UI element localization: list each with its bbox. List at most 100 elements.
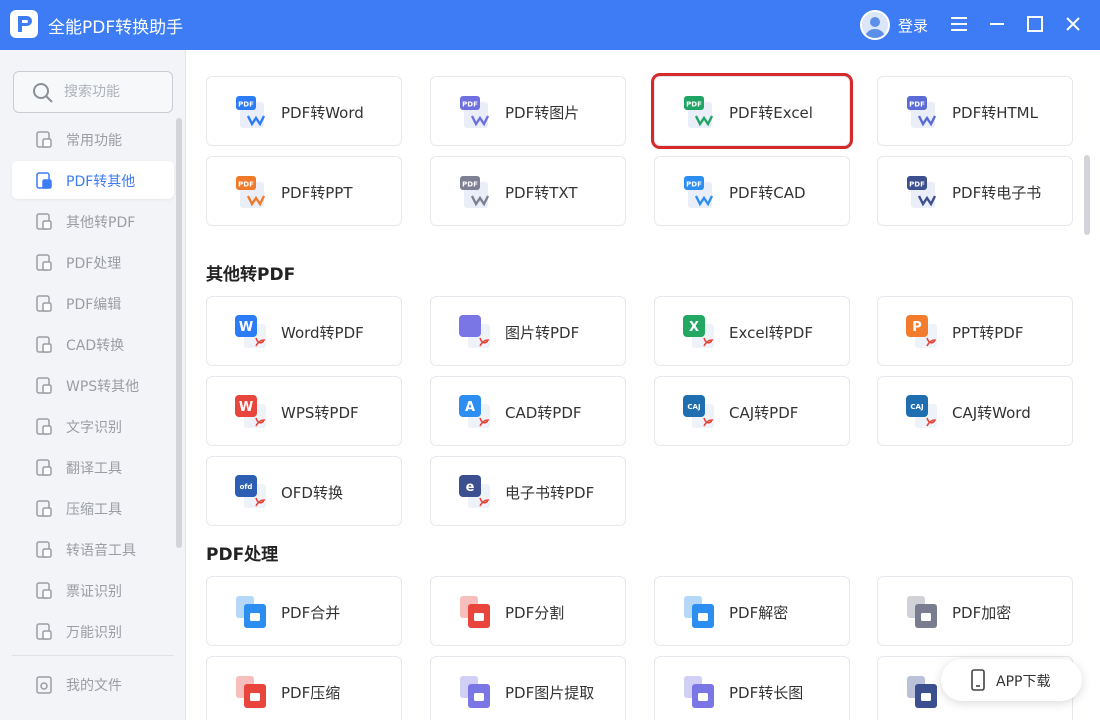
avatar[interactable] xyxy=(860,10,890,40)
sidebar-item-0[interactable]: 常用功能 xyxy=(12,120,174,158)
tool-card[interactable]: CAJ CAJ转PDF xyxy=(654,376,850,446)
pdf-long-image-icon xyxy=(682,674,718,710)
tool-card[interactable]: PDF PDF转Excel xyxy=(651,73,853,149)
tool-card-label: 图片转PDF xyxy=(505,324,580,342)
sidebar-item-2[interactable]: 其他转PDF xyxy=(12,202,174,240)
cad-to-pdf-icon: A xyxy=(458,394,494,430)
tool-card-label: CAJ转Word xyxy=(952,404,1031,422)
scan-icon xyxy=(36,623,52,640)
tool-card[interactable]: PDF分割 xyxy=(430,576,626,646)
tool-card[interactable]: CAJ CAJ转Word xyxy=(877,376,1073,446)
search-icon xyxy=(33,83,53,103)
app-title: 全能PDF转换助手 xyxy=(48,18,184,38)
app-download-button[interactable]: APP下载 xyxy=(941,659,1082,701)
tool-card[interactable]: PDF PDF转CAD xyxy=(654,156,850,226)
tool-card[interactable]: PDF转长图 xyxy=(654,656,850,720)
sidebar-item-6[interactable]: WPS转其他 xyxy=(12,366,174,404)
image-to-pdf-icon xyxy=(458,314,494,350)
tool-card[interactable]: PDF PDF转TXT xyxy=(430,156,626,226)
sidebar-item-11[interactable]: 票证识别 xyxy=(12,571,174,609)
pdf-encrypt-icon xyxy=(905,594,941,630)
tool-card-label: PDF分割 xyxy=(505,604,565,622)
pdf-compress-icon xyxy=(234,674,270,710)
pdf-to-image-icon: PDF xyxy=(458,94,494,130)
tool-card[interactable]: P PPT转PDF xyxy=(877,296,1073,366)
sidebar-item-my-files[interactable]: 我的文件 xyxy=(12,665,174,703)
sidebar-item-label: 票证识别 xyxy=(66,584,122,600)
svg-text:ofd: ofd xyxy=(240,483,253,491)
sidebar-divider xyxy=(12,655,174,656)
tool-card[interactable]: ofd OFD转换 xyxy=(206,456,402,526)
tool-card-label: PDF图片提取 xyxy=(505,684,595,702)
search-box[interactable] xyxy=(13,71,173,113)
pdf-decrypt-icon xyxy=(682,594,718,630)
tool-card[interactable]: PDF图片提取 xyxy=(430,656,626,720)
caj-to-word-icon: CAJ xyxy=(905,394,941,430)
tool-card[interactable]: PDF PDF转Word xyxy=(206,76,402,146)
wps-to-pdf-icon: W xyxy=(234,394,270,430)
tool-card-label: PDF压缩 xyxy=(281,684,341,702)
svg-text:A: A xyxy=(465,400,475,415)
minimize-icon[interactable] xyxy=(985,12,1009,36)
tool-card-label: PPT转PDF xyxy=(952,324,1024,342)
cad-icon xyxy=(36,336,52,353)
main-scrollbar[interactable] xyxy=(1084,155,1090,235)
tool-card[interactable]: W Word转PDF xyxy=(206,296,402,366)
sidebar-item-label: 我的文件 xyxy=(66,678,122,694)
pdf-to-word-icon: PDF xyxy=(234,94,270,130)
tool-card[interactable]: PDF PDF转电子书 xyxy=(877,156,1073,226)
zip-icon xyxy=(36,500,52,517)
tool-card[interactable]: PDF PDF转PPT xyxy=(206,156,402,226)
sidebar-item-7[interactable]: 文字识别 xyxy=(12,407,174,445)
tool-card[interactable]: X Excel转PDF xyxy=(654,296,850,366)
sidebar-item-label: 万能识别 xyxy=(66,625,122,641)
svg-text:P: P xyxy=(912,320,922,335)
tool-card-label: PDF转HTML xyxy=(952,104,1038,122)
pdf-merge-icon xyxy=(234,594,270,630)
svg-text:PDF: PDF xyxy=(462,181,478,189)
tool-card[interactable]: e 电子书转PDF xyxy=(430,456,626,526)
svg-text:PDF: PDF xyxy=(238,181,254,189)
pdf-to-ebook-icon: PDF xyxy=(905,174,941,210)
sidebar-item-3[interactable]: PDF处理 xyxy=(12,243,174,281)
folder-doc-icon xyxy=(36,676,52,694)
tool-card[interactable]: W WPS转PDF xyxy=(206,376,402,446)
tool-card[interactable]: 图片转PDF xyxy=(430,296,626,366)
tool-card-label: Word转PDF xyxy=(281,324,364,342)
pdf-to-txt-icon: PDF xyxy=(458,174,494,210)
maximize-icon[interactable] xyxy=(1023,12,1047,36)
ofd-convert-icon: ofd xyxy=(234,474,270,510)
sidebar-item-1[interactable]: PDF转其他 xyxy=(12,161,174,199)
tool-card[interactable]: PDF合并 xyxy=(206,576,402,646)
login-button[interactable]: 登录 xyxy=(898,15,928,36)
sidebar-item-5[interactable]: CAD转换 xyxy=(12,325,174,363)
tool-card-label: 电子书转PDF xyxy=(505,484,595,502)
sidebar-item-4[interactable]: PDF编辑 xyxy=(12,284,174,322)
pdf-convert-icon xyxy=(36,172,52,189)
sidebar-item-label: 翻译工具 xyxy=(66,461,122,477)
tool-card[interactable]: PDF加密 xyxy=(877,576,1073,646)
tool-card[interactable]: A CAD转PDF xyxy=(430,376,626,446)
tool-card[interactable]: PDF PDF转HTML xyxy=(877,76,1073,146)
translate-icon xyxy=(36,459,52,476)
sidebar-scrollbar[interactable] xyxy=(176,118,182,548)
tool-card[interactable]: PDF解密 xyxy=(654,576,850,646)
search-input[interactable] xyxy=(64,81,164,103)
tool-card-label: PDF转CAD xyxy=(729,184,806,202)
pdf-edit-icon xyxy=(36,295,52,312)
sidebar-item-12[interactable]: 万能识别 xyxy=(12,612,174,650)
tool-card[interactable]: PDF PDF转图片 xyxy=(430,76,626,146)
sidebar-item-label: 常用功能 xyxy=(66,133,122,149)
section-title: 其他转PDF xyxy=(206,265,296,285)
svg-text:PDF: PDF xyxy=(686,101,702,109)
tool-card[interactable]: PDF压缩 xyxy=(206,656,402,720)
tool-card-label: PDF转PPT xyxy=(281,184,353,202)
tool-card-label: CAD转PDF xyxy=(505,404,582,422)
sidebar-item-9[interactable]: 压缩工具 xyxy=(12,489,174,527)
sidebar-item-10[interactable]: 转语音工具 xyxy=(12,530,174,568)
close-icon[interactable] xyxy=(1061,12,1085,36)
pdf-insert-page-icon xyxy=(905,674,941,710)
sidebar-item-8[interactable]: 翻译工具 xyxy=(12,448,174,486)
svg-text:W: W xyxy=(239,400,253,415)
menu-icon[interactable] xyxy=(947,12,971,36)
